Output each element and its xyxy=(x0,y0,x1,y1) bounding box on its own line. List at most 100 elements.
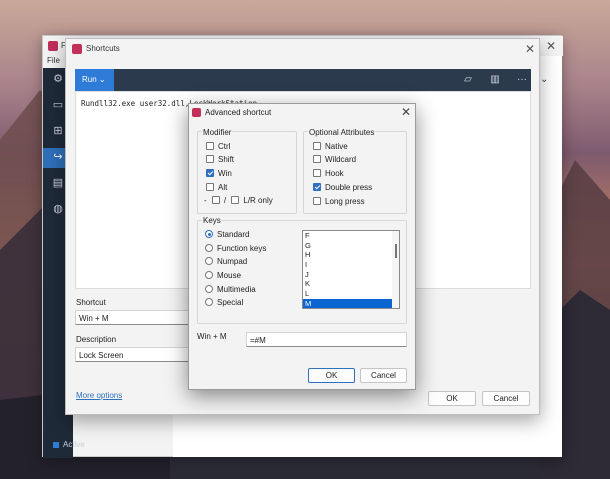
keytype-numpad[interactable]: Numpad xyxy=(205,257,247,266)
shortcuts-toolbar: Run ⌄ ▱ ▥ ··· xyxy=(75,69,531,91)
checkbox-left[interactable] xyxy=(211,196,220,204)
modifier-win-label: Win xyxy=(218,169,232,178)
status-active: Active xyxy=(53,440,85,449)
keytype-standard-label: Standard xyxy=(217,230,250,239)
settings-gear-icon[interactable]: ⚙ xyxy=(51,72,65,86)
keytype-multimedia[interactable]: Multimedia xyxy=(205,285,256,294)
run-button[interactable]: Run ⌄ xyxy=(75,69,114,91)
radio-standard[interactable] xyxy=(205,230,213,238)
attr-native[interactable]: Native xyxy=(313,142,348,151)
key-list-scrollbar[interactable] xyxy=(392,231,399,308)
keytype-numpad-label: Numpad xyxy=(217,257,248,266)
chevron-down-icon: ⌄ xyxy=(98,75,106,84)
menu-file[interactable]: File xyxy=(47,56,60,65)
attr-wildcard-label: Wildcard xyxy=(325,155,357,164)
more-options-link[interactable]: More options xyxy=(76,391,122,400)
modifier-win[interactable]: Win xyxy=(206,169,232,178)
folder-icon[interactable]: ▱ xyxy=(461,73,475,87)
advanced-shortcut-dialog: Advanced shortcut ✕ Modifier Ctrl Shift … xyxy=(188,103,416,390)
key-item[interactable]: G xyxy=(303,241,399,251)
shortcuts-title: Shortcuts xyxy=(86,44,120,53)
run-label: Run xyxy=(82,75,97,84)
chevron-down-icon[interactable]: ⌄ xyxy=(540,74,548,85)
shortcuts-logo-icon xyxy=(72,44,82,54)
keytype-special-label: Special xyxy=(217,298,244,307)
keytype-function-label: Function keys xyxy=(217,244,267,253)
keytype-mouse-label: Mouse xyxy=(217,271,242,280)
shortcuts-titlebar: Shortcuts ✕ xyxy=(66,39,539,59)
checkbox-double-press[interactable] xyxy=(313,183,321,191)
description-label: Description xyxy=(76,335,117,344)
checkbox-shift[interactable] xyxy=(206,155,214,163)
close-icon[interactable]: ✕ xyxy=(525,42,535,56)
scrollbar-thumb[interactable] xyxy=(395,244,397,258)
attr-double-press-label: Double press xyxy=(325,183,373,192)
attr-wildcard[interactable]: Wildcard xyxy=(313,155,356,164)
modifier-alt[interactable]: Alt xyxy=(206,183,227,192)
advanced-ok-button[interactable]: OK xyxy=(308,368,355,383)
hotkey-preview-label: Win + M xyxy=(197,332,227,341)
message-icon[interactable]: ▭ xyxy=(51,98,65,112)
radio-function-keys[interactable] xyxy=(205,244,213,252)
status-dot xyxy=(53,441,59,448)
attr-double-press[interactable]: Double press xyxy=(313,183,372,192)
checkbox-ctrl[interactable] xyxy=(206,142,214,150)
optional-attributes-title: Optional Attributes xyxy=(308,128,376,137)
keytype-multimedia-label: Multimedia xyxy=(217,285,256,294)
key-item[interactable]: H xyxy=(303,250,399,260)
hotkey-code-input[interactable]: =#M xyxy=(246,332,407,347)
lr-only-label: L/R only xyxy=(243,196,273,205)
attr-hook-label: Hook xyxy=(325,169,344,178)
radio-mouse[interactable] xyxy=(205,271,213,279)
checkbox-native[interactable] xyxy=(313,142,321,150)
description-field[interactable]: Lock Screen xyxy=(75,347,193,362)
modifier-alt-label: Alt xyxy=(218,183,228,192)
radio-special[interactable] xyxy=(205,298,213,306)
shortcut-field[interactable]: Win + M xyxy=(75,310,193,325)
key-item-selected[interactable]: M xyxy=(303,298,399,308)
checkbox-alt[interactable] xyxy=(206,183,214,191)
checkbox-right[interactable] xyxy=(231,196,240,204)
key-listbox[interactable]: F G H I J K L M xyxy=(302,230,400,309)
attr-hook[interactable]: Hook xyxy=(313,169,344,178)
more-icon[interactable]: ··· xyxy=(515,73,529,87)
close-icon[interactable]: ✕ xyxy=(401,105,411,119)
checkbox-wildcard[interactable] xyxy=(313,155,321,163)
status-text: Active xyxy=(63,440,85,449)
lr-only-row[interactable]: - / L/R only xyxy=(204,196,273,205)
cancel-button[interactable]: Cancel xyxy=(482,391,530,406)
checkbox-hook[interactable] xyxy=(313,169,321,177)
advanced-title: Advanced shortcut xyxy=(205,108,272,117)
radio-multimedia[interactable] xyxy=(205,285,213,293)
key-item[interactable]: J xyxy=(303,270,399,280)
share-arrow-icon[interactable]: ↪ xyxy=(51,150,65,164)
modifier-shift-label: Shift xyxy=(218,155,235,164)
key-item[interactable]: K xyxy=(303,279,399,289)
grid-icon[interactable]: ⊞ xyxy=(51,124,65,138)
attr-long-press[interactable]: Long press xyxy=(313,197,365,206)
checkbox-win[interactable] xyxy=(206,169,214,177)
mouse-icon[interactable]: ◍ xyxy=(51,202,65,216)
ok-button[interactable]: OK xyxy=(428,391,476,406)
modifier-ctrl-label: Ctrl xyxy=(218,142,231,151)
app-logo-icon xyxy=(48,41,58,51)
attr-native-label: Native xyxy=(325,142,348,151)
keytype-standard[interactable]: Standard xyxy=(205,230,249,239)
keytype-special[interactable]: Special xyxy=(205,298,243,307)
keytype-mouse[interactable]: Mouse xyxy=(205,271,241,280)
shortcut-label: Shortcut xyxy=(76,298,106,307)
key-item[interactable]: I xyxy=(303,260,399,270)
attr-long-press-label: Long press xyxy=(325,197,365,206)
advanced-cancel-button[interactable]: Cancel xyxy=(360,368,407,383)
key-item[interactable]: F xyxy=(303,231,399,241)
keytype-function[interactable]: Function keys xyxy=(205,244,266,253)
modifier-shift[interactable]: Shift xyxy=(206,155,234,164)
modifier-ctrl[interactable]: Ctrl xyxy=(206,142,230,151)
modifier-title: Modifier xyxy=(202,128,233,137)
app-close-icon[interactable]: ✕ xyxy=(546,39,556,53)
book-icon[interactable]: ▥ xyxy=(488,73,502,87)
chat-icon[interactable]: ▤ xyxy=(51,176,65,190)
radio-numpad[interactable] xyxy=(205,257,213,265)
checkbox-long-press[interactable] xyxy=(313,197,321,205)
key-item[interactable]: L xyxy=(303,289,399,299)
